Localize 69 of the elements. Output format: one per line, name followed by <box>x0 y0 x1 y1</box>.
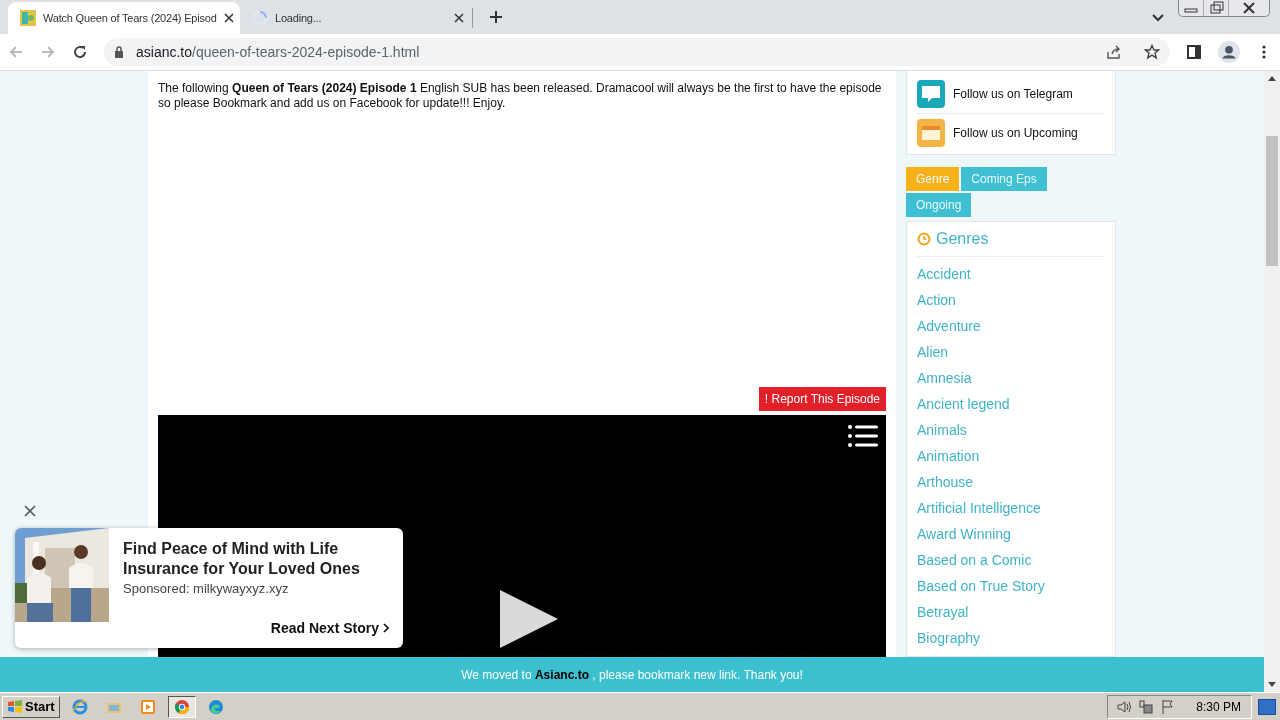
playlist-icon[interactable] <box>848 425 878 447</box>
genre-link[interactable]: Based on a Comic <box>917 547 1032 573</box>
scroll-down-icon[interactable] <box>1268 682 1276 687</box>
ad-headline[interactable]: Find Peace of Mind with Life Insurance for Your Loved Ones <box>123 539 389 579</box>
ie-e-icon <box>71 698 88 715</box>
genre-link[interactable]: Artificial Intelligence <box>917 495 1041 521</box>
sidebar-tab[interactable]: Coming Eps <box>961 167 1047 191</box>
genre-link[interactable]: Arthouse <box>917 469 974 495</box>
lock-icon <box>114 46 124 58</box>
close-icon[interactable] <box>24 505 36 517</box>
chevron-down-icon[interactable] <box>1152 14 1164 22</box>
chrome-icon <box>173 698 190 715</box>
genre-link[interactable]: Adventure <box>917 313 981 339</box>
genre-link[interactable]: Betrayal <box>917 599 969 625</box>
genre-link[interactable]: Biography <box>917 625 981 651</box>
follow-link[interactable]: Follow us on Upcoming <box>953 126 1078 140</box>
genre-link[interactable]: Accident <box>917 261 971 287</box>
browser-tab[interactable]: Loading... <box>240 2 472 34</box>
clock-time: 8:30 PM <box>1196 699 1241 714</box>
star-icon[interactable] <box>1144 44 1160 60</box>
scrollbar[interactable] <box>1264 71 1280 692</box>
follow-link[interactable]: Follow us on Telegram <box>953 87 1073 101</box>
notice-text: We moved to Asianc.to , please bookmark new link. Thank you! <box>461 667 803 682</box>
sidebar-tab[interactable]: Genre <box>906 167 960 191</box>
side-panel-icon[interactable] <box>1186 44 1202 60</box>
chevron-right-icon[interactable] <box>383 623 389 633</box>
site-link[interactable]: Asianc.to <box>534 667 589 682</box>
browser-tab[interactable]: Watch Queen of Tears (2024) Episod <box>8 2 240 34</box>
windows-logo-icon <box>7 698 23 715</box>
reload-icon[interactable] <box>72 44 88 60</box>
genre-link[interactable]: Action <box>917 287 956 313</box>
scroll-up-icon[interactable] <box>1268 76 1276 81</box>
site-favicon-icon <box>20 10 36 26</box>
chat-bubble-icon <box>917 80 945 108</box>
ad-sponsor: Sponsored: milkywayxyz.xyz <box>123 581 290 596</box>
genre-link[interactable]: Based on True Story <box>917 573 1045 599</box>
close-icon[interactable] <box>454 13 464 23</box>
genre-link[interactable]: Animals <box>917 417 967 443</box>
sidebar-tab[interactable]: Ongoing <box>906 193 972 217</box>
genre-link[interactable]: Ancient legend <box>917 391 1010 417</box>
report-episode-button[interactable]: ! Report This Episode <box>758 387 886 411</box>
scroll-thumb[interactable] <box>1266 136 1278 266</box>
speaker-icon[interactable] <box>1116 698 1133 715</box>
episode-description: The following Queen of Tears (2024) Episode 1 English SUB has been released. Dramacool will always be the first to have the episode so please Bookmark and add us on Facebook for update!!! Enjoy. <box>158 81 883 111</box>
genre-link[interactable]: Alien <box>917 339 949 365</box>
profile-avatar-icon[interactable] <box>1218 41 1240 63</box>
network-icon[interactable] <box>1138 698 1155 715</box>
show-desktop-button[interactable] <box>1258 698 1276 715</box>
play-icon[interactable] <box>500 590 558 648</box>
section-title: Genres <box>936 230 989 248</box>
calendar-icon <box>917 119 945 147</box>
close-icon[interactable] <box>223 13 234 23</box>
read-next-link[interactable]: Read Next Story <box>270 620 379 636</box>
genre-link[interactable]: Animation <box>917 443 980 469</box>
genre-link[interactable]: Award Winning <box>917 521 1011 547</box>
ad-toast[interactable]: Find Peace of Mind with Life Insurance for Your Loved Ones Sponsored: milkywayxyz.xyz Read Next Story <box>15 528 403 648</box>
start-button[interactable]: Start <box>2 695 60 718</box>
tab-title: Loading... <box>275 12 323 24</box>
address-bar[interactable]: asianc.to/queen-of-tears-2024-episode-1.html <box>104 38 1170 66</box>
plus-icon[interactable] <box>489 10 503 24</box>
url-text: asianc.to/queen-of-tears-2024-episode-1.html <box>136 44 420 60</box>
genre-link[interactable]: Amnesia <box>917 365 972 391</box>
loading-spinner-icon <box>252 10 268 26</box>
clock-icon <box>917 232 931 246</box>
edge-icon <box>207 698 224 715</box>
tab-title: Watch Queen of Tears (2024) Episod <box>43 12 217 24</box>
taskbar-app[interactable] <box>167 695 196 718</box>
share-icon[interactable] <box>1106 44 1122 60</box>
media-player-icon <box>139 698 156 715</box>
